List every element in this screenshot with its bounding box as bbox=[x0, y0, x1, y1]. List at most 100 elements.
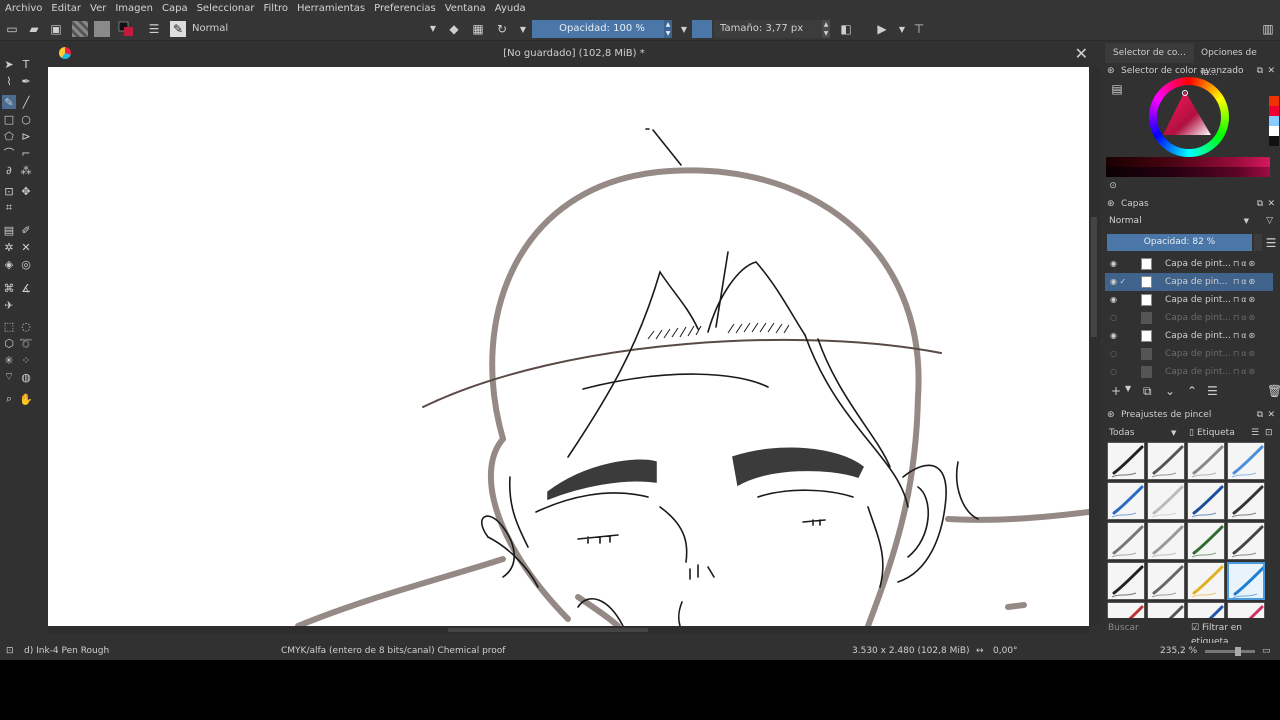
wrap-around-icon[interactable]: ⊤ bbox=[911, 21, 927, 37]
size-slider[interactable]: Tamaño: 3,77 px ▲ ▼ bbox=[714, 20, 830, 38]
float-icon[interactable]: ⧉ bbox=[1257, 408, 1263, 422]
brush-preset-tile[interactable] bbox=[1107, 602, 1145, 618]
polygon-tool-icon[interactable]: ⬠ bbox=[2, 129, 16, 143]
brush-preset-tile[interactable] bbox=[1187, 442, 1225, 480]
layer-flags-icon[interactable]: ⊓α⊛ bbox=[1233, 273, 1257, 291]
transform-tool-icon[interactable]: ⊡ bbox=[2, 184, 16, 198]
layer-flags-icon[interactable]: ⊓α⊛ bbox=[1233, 327, 1257, 345]
delete-layer-icon[interactable]: 🗑 bbox=[1267, 384, 1280, 398]
ellipse-tool-icon[interactable]: ○ bbox=[19, 112, 33, 126]
save-icon[interactable]: ▣ bbox=[48, 21, 64, 37]
edit-shapes-icon[interactable]: ⌇ bbox=[2, 74, 16, 88]
move-layer-down-icon[interactable]: ⌄ bbox=[1165, 384, 1175, 398]
multibrush-icon[interactable]: ⁂ bbox=[19, 163, 33, 177]
brush-preset-tile[interactable] bbox=[1227, 482, 1265, 520]
lock-icon[interactable]: ⊛ bbox=[1107, 197, 1115, 211]
opacity-spin[interactable]: ▲ ▼ bbox=[664, 20, 672, 38]
smart-patch-icon[interactable]: ✕ bbox=[19, 240, 33, 254]
workspace-icon[interactable]: ▥ bbox=[1260, 21, 1276, 37]
preserve-alpha-icon[interactable]: ▦ bbox=[470, 21, 486, 37]
brush-preset-tile[interactable] bbox=[1107, 522, 1145, 560]
fill-tool-icon[interactable]: ◈ bbox=[2, 257, 16, 271]
reset-icon[interactable]: ⊙ bbox=[1105, 178, 1121, 194]
menu-capa[interactable]: Capa bbox=[162, 3, 188, 14]
chevron-down-icon[interactable]: ▼ bbox=[1125, 384, 1131, 393]
menu-imagen[interactable]: Imagen bbox=[115, 3, 153, 14]
crop-tool-icon[interactable]: ⌗ bbox=[2, 201, 16, 215]
scroll-thumb[interactable] bbox=[448, 628, 648, 632]
rotation-icon[interactable]: ↔ bbox=[976, 643, 984, 660]
size-spin[interactable]: ▲ ▼ bbox=[822, 20, 830, 38]
layer-row[interactable]: ◉ Capa de pint... ⊓α⊛ bbox=[1105, 327, 1273, 345]
filter-icon[interactable]: ▽ bbox=[1266, 213, 1273, 229]
brush-preset-tile[interactable] bbox=[1147, 442, 1185, 480]
eraser-icon[interactable]: ◆ bbox=[446, 21, 462, 37]
layer-row[interactable]: ◉ ✓ Capa de pin... ⊓α⊛ bbox=[1105, 273, 1273, 291]
eye-icon[interactable]: ◉ bbox=[1110, 255, 1117, 273]
line-tool-icon[interactable]: ╱ bbox=[19, 95, 33, 109]
filter-in-tag-checkbox[interactable]: ☑ Filtrar en etiqueta bbox=[1191, 621, 1279, 647]
open-folder-icon[interactable]: ▰ bbox=[26, 21, 42, 37]
layer-blend-select[interactable]: Normal ▼ ▽ bbox=[1105, 213, 1275, 229]
layer-properties-icon[interactable]: ☰ bbox=[1207, 384, 1218, 398]
layer-flags-icon[interactable]: ⊓α⊛ bbox=[1233, 291, 1257, 309]
brush-preset-tile[interactable] bbox=[1107, 442, 1145, 480]
chevron-down-icon[interactable]: ▼ bbox=[676, 21, 692, 37]
color-settings-icon[interactable]: ▤ bbox=[1109, 81, 1125, 97]
brush-preset-tile[interactable] bbox=[1187, 482, 1225, 520]
layer-row[interactable]: ○ Capa de pint... ⊓α⊛ bbox=[1105, 363, 1273, 381]
gradient-preset-icon[interactable] bbox=[72, 21, 88, 37]
menu-archivo[interactable]: Archivo bbox=[5, 3, 42, 14]
brush-preset-tile[interactable] bbox=[1107, 562, 1145, 600]
layer-row[interactable]: ◉ Capa de pint... ⊓α⊛ bbox=[1105, 255, 1273, 273]
new-document-icon[interactable]: ▭ bbox=[4, 21, 20, 37]
brush-preset-tile[interactable] bbox=[1147, 562, 1185, 600]
layers-menu-icon[interactable]: ☰ bbox=[1263, 235, 1279, 251]
tab-tool-options[interactable]: Opciones de la... bbox=[1193, 43, 1280, 78]
eye-hidden-icon[interactable]: ○ bbox=[1110, 363, 1117, 381]
menu-ver[interactable]: Ver bbox=[90, 3, 106, 14]
tab-color-selector[interactable]: Selector de co... bbox=[1105, 43, 1194, 63]
magnetic-select-icon[interactable]: ◍ bbox=[19, 370, 33, 384]
measure-tool-icon[interactable]: ∡ bbox=[19, 281, 33, 295]
close-icon[interactable]: ✕ bbox=[1075, 44, 1088, 63]
brush-filter-select[interactable]: Todas bbox=[1109, 425, 1134, 441]
close-icon[interactable]: ✕ bbox=[1267, 197, 1275, 211]
menu-ventana[interactable]: Ventana bbox=[445, 3, 486, 14]
brush-preset-tile[interactable] bbox=[1147, 482, 1185, 520]
polyline-tool-icon[interactable]: ⊳ bbox=[19, 129, 33, 143]
lasso-select-icon[interactable]: ➰ bbox=[19, 336, 33, 350]
brush-settings-icon[interactable]: ☰ bbox=[146, 21, 162, 37]
float-icon[interactable]: ⧉ bbox=[1257, 64, 1263, 78]
layer-row[interactable]: ◉ Capa de pint... ⊓α⊛ bbox=[1105, 291, 1273, 309]
freehand-brush-icon[interactable]: ✎ bbox=[2, 95, 16, 109]
layer-flags-icon[interactable]: ⊓α⊛ bbox=[1233, 255, 1257, 273]
eye-icon[interactable]: ◉ ✓ bbox=[1110, 273, 1126, 291]
add-layer-icon[interactable]: + bbox=[1111, 384, 1121, 398]
brush-preset-tile[interactable] bbox=[1227, 562, 1265, 600]
import-icon[interactable]: ⊡ bbox=[1265, 425, 1273, 441]
close-icon[interactable]: ✕ bbox=[1267, 64, 1275, 78]
brush-preset-tile[interactable] bbox=[1147, 522, 1185, 560]
pan-tool-icon[interactable]: ✋ bbox=[19, 392, 33, 406]
menu-herramientas[interactable]: Herramientas bbox=[297, 3, 365, 14]
menu-preferencias[interactable]: Preferencias bbox=[374, 3, 436, 14]
layer-flags-icon[interactable]: ⊓α⊛ bbox=[1233, 345, 1257, 363]
layer-flags-icon[interactable]: ⊓α⊛ bbox=[1233, 363, 1257, 381]
gradient-tool-icon[interactable]: ▤ bbox=[2, 223, 16, 237]
chevron-down-icon[interactable]: ▼ bbox=[1171, 425, 1176, 441]
opacity-slider[interactable]: Opacidad: 100 % ▲ ▼ bbox=[532, 20, 672, 38]
lock-icon[interactable]: ⊛ bbox=[1107, 64, 1115, 78]
close-icon[interactable]: ✕ bbox=[1267, 408, 1275, 422]
rect-select-icon[interactable]: ⬚ bbox=[2, 319, 16, 333]
ellipse-select-icon[interactable]: ◌ bbox=[19, 319, 33, 333]
brush-preset-tile[interactable] bbox=[1107, 482, 1145, 520]
layer-opacity-slider[interactable]: Opacidad: 82 % bbox=[1107, 234, 1262, 251]
eye-icon[interactable]: ◉ bbox=[1110, 291, 1117, 309]
brush-tag-select[interactable]: Etiqueta bbox=[1197, 425, 1235, 441]
brush-preset-icon[interactable]: ✎ bbox=[170, 21, 186, 37]
recent-colors-strip[interactable] bbox=[1269, 96, 1279, 146]
vertical-scrollbar[interactable] bbox=[1089, 67, 1100, 626]
pattern-preset-icon[interactable] bbox=[94, 21, 110, 37]
mirror-vertical-icon[interactable]: ▶ bbox=[874, 21, 890, 37]
